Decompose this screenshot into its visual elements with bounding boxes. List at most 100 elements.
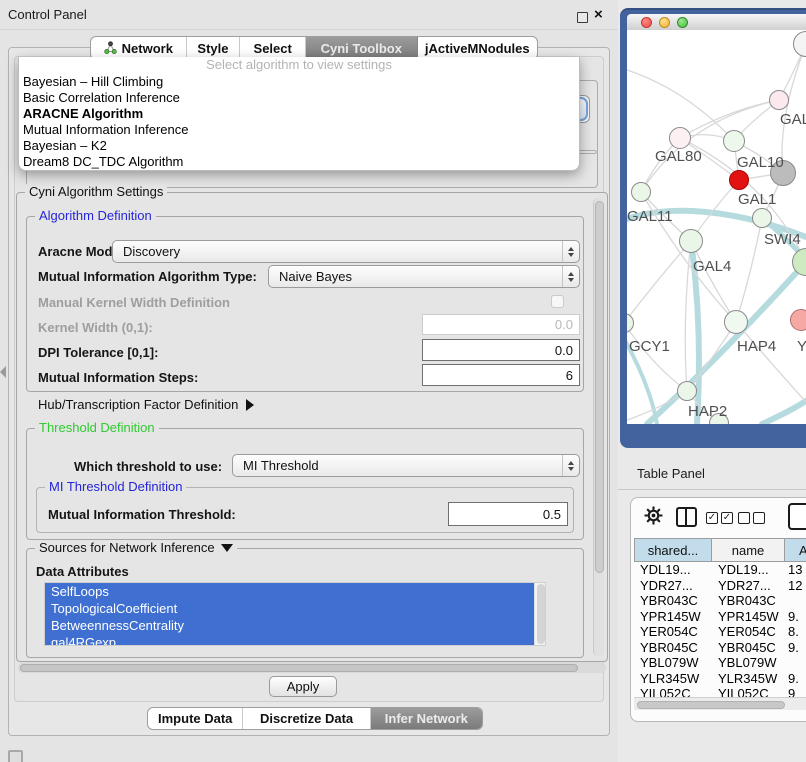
network-window-titlebar[interactable] — [627, 14, 806, 30]
network-node-gal4[interactable] — [679, 229, 703, 253]
show-columns-icon[interactable] — [676, 507, 697, 527]
apply-button[interactable]: Apply — [269, 676, 337, 697]
dropdown-item[interactable]: Dream8 DC_TDC Algorithm — [19, 154, 579, 170]
dpi-tolerance-input[interactable]: 0.0 — [422, 339, 580, 361]
minimize-traffic-light-icon[interactable] — [659, 17, 670, 28]
tab-select[interactable]: Select — [240, 37, 306, 59]
table-row[interactable]: YBR043C YBR043C — [634, 593, 806, 609]
data-attributes-list[interactable]: SelfLoops TopologicalCoefficient Between… — [44, 582, 546, 646]
table-cell[interactable]: 9. — [788, 671, 799, 686]
table-row[interactable]: YER054C YER054C 8. — [634, 624, 806, 640]
settings-scrollbar[interactable] — [593, 198, 604, 656]
column-header-shared-name[interactable]: shared... — [634, 539, 712, 561]
table-cell[interactable]: YIL052C — [718, 686, 769, 697]
settings-hscrollbar-thumb[interactable] — [20, 664, 578, 672]
tab-jactivemnodules[interactable]: jActiveMNodules — [418, 37, 537, 59]
table-cell[interactable]: YDL19... — [640, 562, 691, 577]
mi-type-select[interactable]: Naive Bayes — [268, 265, 580, 288]
divider — [618, 489, 806, 490]
close-icon[interactable]: × — [594, 6, 603, 23]
select-all-check-icon[interactable]: ✓ — [706, 512, 718, 524]
select-all-check-icon[interactable]: ✓ — [721, 512, 733, 524]
network-node-gal10[interactable] — [723, 130, 745, 152]
deselect-all-icon[interactable] — [753, 512, 765, 524]
table-cell[interactable]: YDL19... — [718, 562, 769, 577]
float-window-icon[interactable] — [577, 12, 588, 23]
table-cell[interactable]: YPR145W — [718, 609, 779, 624]
mi-steps-input[interactable]: 6 — [422, 364, 580, 386]
table-function-icon[interactable] — [788, 503, 806, 530]
table-row[interactable]: YDR27... YDR27... 12 — [634, 578, 806, 594]
table-cell[interactable]: 9. — [788, 609, 799, 624]
tab-infer-network[interactable]: Infer Network — [371, 708, 482, 729]
sources-group-title[interactable]: Sources for Network Inference — [35, 540, 237, 555]
tab-discretize-data[interactable]: Discretize Data — [243, 708, 370, 729]
table-cell[interactable]: YLR345W — [640, 671, 699, 686]
attribute-item-selected[interactable]: SelfLoops — [45, 583, 536, 600]
zoom-traffic-light-icon[interactable] — [677, 17, 688, 28]
table-cell[interactable]: YLR345W — [718, 671, 777, 686]
hub-definition-toggle[interactable]: Hub/Transcription Factor Definition — [38, 397, 254, 412]
close-traffic-light-icon[interactable] — [641, 17, 652, 28]
network-node-hap4[interactable] — [724, 310, 748, 334]
table-cell[interactable]: YPR145W — [640, 609, 701, 624]
table-cell[interactable]: YBL079W — [640, 655, 699, 670]
table-cell[interactable]: 12 — [788, 578, 802, 593]
network-node-swi4[interactable] — [752, 208, 772, 228]
column-header-name[interactable]: name — [712, 539, 785, 561]
dropdown-item[interactable]: Mutual Information Inference — [19, 122, 579, 138]
mi-threshold-input[interactable]: 0.5 — [448, 502, 568, 526]
network-node-gal[interactable] — [769, 90, 789, 110]
network-node-y[interactable] — [790, 309, 806, 331]
which-threshold-select[interactable]: MI Threshold — [232, 454, 580, 477]
tab-style[interactable]: Style — [187, 37, 241, 59]
table-cell[interactable]: 9. — [788, 640, 799, 655]
attribute-item-selected[interactable]: BetweennessCentrality — [45, 617, 536, 634]
table-cell[interactable]: YBR043C — [640, 593, 698, 608]
table-cell[interactable]: 9 — [788, 686, 795, 697]
column-header-clipped[interactable]: A — [785, 539, 806, 561]
table-cell[interactable]: 8. — [788, 624, 799, 639]
network-node-gal11[interactable] — [631, 182, 651, 202]
aracne-mode-select[interactable]: Discovery — [112, 240, 580, 263]
settings-hscrollbar[interactable] — [18, 662, 606, 673]
table-cell[interactable]: YBR045C — [718, 640, 776, 655]
table-row[interactable]: YBR045C YBR045C 9. — [634, 640, 806, 656]
table-cell[interactable]: YBR045C — [640, 640, 698, 655]
dropdown-item[interactable]: Bayesian – K2 — [19, 138, 579, 154]
tab-impute-data[interactable]: Impute Data — [148, 708, 243, 729]
table-row[interactable]: YIL052C YIL052C 9 — [634, 686, 806, 697]
table-hscrollbar[interactable] — [634, 697, 806, 710]
settings-scrollbar-thumb[interactable] — [595, 201, 604, 573]
network-canvas[interactable]: GAL GAL80 GAL10 GAL1 GAL11 SWI4 GAL4 GCY… — [627, 30, 806, 424]
network-node-hap2[interactable] — [677, 381, 697, 401]
table-cell[interactable]: 13 — [788, 562, 802, 577]
table-cell[interactable]: YBL079W — [718, 655, 777, 670]
attribute-item-selected[interactable]: gal4RGexp — [45, 634, 536, 646]
table-cell[interactable]: YDR27... — [718, 578, 771, 593]
table-row[interactable]: YLR345W YLR345W 9. — [634, 671, 806, 687]
deselect-all-icon[interactable] — [738, 512, 750, 524]
table-row[interactable]: YPR145W YPR145W 9. — [634, 609, 806, 625]
collapsed-panel-icon[interactable] — [8, 750, 23, 762]
table-cell[interactable]: YER054C — [718, 624, 776, 639]
dropdown-item[interactable]: Bayesian – Hill Climbing — [19, 74, 579, 90]
network-node-gal80[interactable] — [669, 127, 691, 149]
table-cell[interactable]: YER054C — [640, 624, 698, 639]
table-cell[interactable]: YBR043C — [718, 593, 776, 608]
table-row[interactable]: YDL19... YDL19... 13 — [634, 562, 806, 578]
attribute-item-selected[interactable]: TopologicalCoefficient — [45, 600, 536, 617]
table-cell[interactable]: YDR27... — [640, 578, 693, 593]
tab-network[interactable]: Network — [91, 37, 187, 59]
gear-icon[interactable] — [644, 506, 663, 530]
table-cell[interactable]: YIL052C — [640, 686, 691, 697]
dropdown-item[interactable]: Basic Correlation Inference — [19, 90, 579, 106]
table-hscrollbar-thumb[interactable] — [637, 701, 785, 709]
splitpane-collapse-icon[interactable] — [0, 366, 6, 378]
network-node-gal1-highlighted[interactable] — [729, 170, 749, 190]
dropdown-item-selected[interactable]: ARACNE Algorithm — [19, 106, 579, 122]
attribute-list-scrollbar-thumb[interactable] — [537, 584, 545, 644]
attribute-list-scrollbar[interactable] — [534, 583, 545, 645]
table-row[interactable]: YBL079W YBL079W — [634, 655, 806, 671]
tab-cyni-toolbox[interactable]: Cyni Toolbox — [306, 37, 418, 59]
